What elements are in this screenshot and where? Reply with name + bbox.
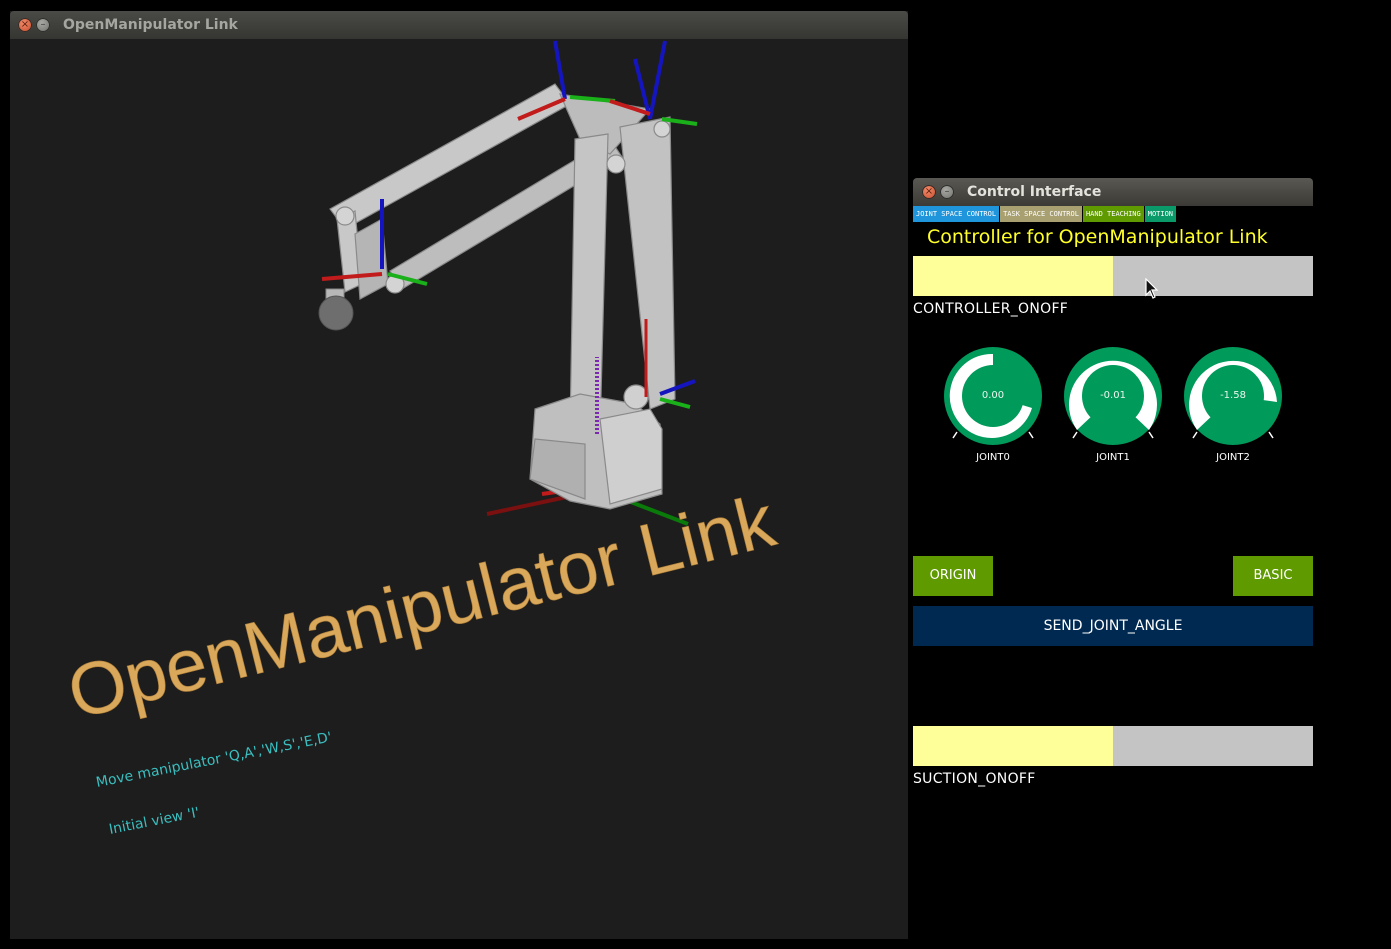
control-window-title: Control Interface <box>967 184 1102 200</box>
tab-task-space-control[interactable]: TASK SPACE CONTROL <box>1000 206 1082 222</box>
joint2-label: JOINT2 <box>1216 452 1250 463</box>
basic-button[interactable]: BASIC <box>1233 556 1313 596</box>
joint1-label: JOINT1 <box>1096 452 1130 463</box>
tab-bar: JOINT SPACE CONTROL TASK SPACE CONTROL H… <box>913 206 1177 222</box>
joint2-knob[interactable]: -1.58 JOINT2 <box>1183 346 1283 463</box>
send-joint-angle-button[interactable]: SEND_JOINT_ANGLE <box>913 606 1313 646</box>
tab-joint-space-control[interactable]: JOINT SPACE CONTROL <box>913 206 1000 222</box>
controller-onoff-toggle[interactable] <box>913 256 1313 296</box>
tab-hand-teaching[interactable]: HAND TEACHING <box>1082 206 1144 222</box>
suction-onoff-label: SUCTION_ONOFF <box>913 771 1036 787</box>
joint1-knob[interactable]: -0.01 JOINT1 <box>1063 346 1163 463</box>
joint1-value: -0.01 <box>1100 390 1126 401</box>
control-window: × – Control Interface JOINT SPACE CONTRO… <box>913 178 1313 949</box>
mouse-cursor-icon <box>1145 278 1159 299</box>
viewer-titlebar: × – OpenManipulator Link <box>10 11 908 39</box>
toggle-off-segment[interactable] <box>1113 256 1313 296</box>
robot-scene[interactable]: OpenManipulator Link Move manipulator 'Q… <box>10 39 908 939</box>
suction-onoff-toggle[interactable] <box>913 726 1313 766</box>
joint0-knob[interactable]: 0.00 JOINT0 <box>943 346 1043 463</box>
controller-heading: Controller for OpenManipulator Link <box>927 226 1268 248</box>
control-titlebar: × – Control Interface <box>913 178 1313 206</box>
joint0-label: JOINT0 <box>976 452 1010 463</box>
controller-onoff-label: CONTROLLER_ONOFF <box>913 301 1069 317</box>
scene-background <box>10 39 908 939</box>
viewer-window: × – OpenManipulator Link OpenManipulator… <box>10 11 908 939</box>
minimize-icon[interactable]: – <box>940 185 954 199</box>
minimize-icon[interactable]: – <box>36 18 50 32</box>
tab-motion[interactable]: MOTION <box>1144 206 1177 222</box>
origin-button[interactable]: ORIGIN <box>913 556 993 596</box>
close-icon[interactable]: × <box>922 185 936 199</box>
toggle-on-segment[interactable] <box>913 726 1113 766</box>
viewer-window-title: OpenManipulator Link <box>63 17 238 33</box>
joint2-value: -1.58 <box>1220 390 1246 401</box>
toggle-off-segment[interactable] <box>1113 726 1313 766</box>
joint0-value: 0.00 <box>981 390 1005 401</box>
toggle-on-segment[interactable] <box>913 256 1113 296</box>
close-icon[interactable]: × <box>18 18 32 32</box>
